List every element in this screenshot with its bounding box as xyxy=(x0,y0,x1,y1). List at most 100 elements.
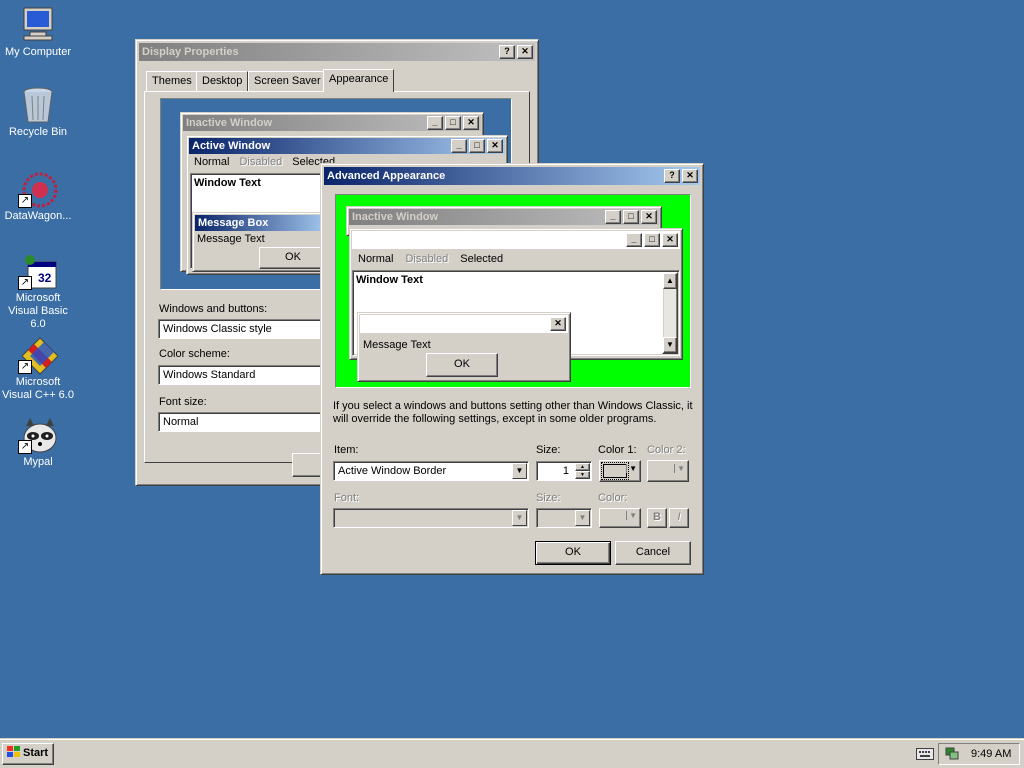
system-tray: 9:49 AM xyxy=(938,743,1020,765)
italic-button[interactable]: I xyxy=(669,508,689,528)
adv-preview-menu-selected: Selected xyxy=(460,253,504,265)
windows-buttons-select[interactable]: Windows Classic style xyxy=(158,319,328,339)
maximize-icon: □ xyxy=(623,210,639,224)
adv-preview-ok-button: OK xyxy=(426,353,498,377)
preview-message-box: Message Box Message Text OK xyxy=(192,212,332,272)
close-button[interactable]: ✕ xyxy=(517,45,533,59)
bold-button[interactable]: B xyxy=(647,508,667,528)
minimize-icon: _ xyxy=(626,233,642,247)
display-properties-titlebar[interactable]: Display Properties ? ✕ xyxy=(139,43,535,61)
preview-msgbox-title: Message Box xyxy=(198,217,269,229)
window-title: Advanced Appearance xyxy=(327,170,446,182)
preview-menu-disabled: Disabled xyxy=(239,156,283,168)
chevron-down-icon: ▼ xyxy=(674,464,685,473)
cancel-button[interactable]: Cancel xyxy=(615,541,691,565)
desktop-icon-label: Recycle Bin xyxy=(8,126,68,138)
desktop-icon-mypal[interactable]: ↗ Mypal xyxy=(0,416,76,469)
color1-label: Color 1: xyxy=(598,444,637,456)
shortcut-arrow-icon: ↗ xyxy=(18,440,32,454)
maximize-icon: □ xyxy=(644,233,660,247)
svg-text:32: 32 xyxy=(38,271,52,285)
my-computer-icon xyxy=(20,6,56,42)
mypal-icon: ↗ xyxy=(18,416,57,454)
windows-logo-icon xyxy=(7,746,21,758)
tab-screen-saver[interactable]: Screen Saver xyxy=(248,71,327,91)
ok-button[interactable]: OK xyxy=(535,541,611,565)
tab-appearance[interactable]: Appearance xyxy=(323,69,395,92)
clock[interactable]: 9:49 AM xyxy=(971,748,1011,760)
recycle-bin-icon xyxy=(20,86,56,123)
font-size-label: Font size: xyxy=(159,396,207,408)
shortcut-arrow-icon: ↗ xyxy=(18,360,32,374)
keyboard-icon[interactable] xyxy=(916,748,934,760)
start-button[interactable]: Start xyxy=(2,743,54,765)
shortcut-arrow-icon: ↗ xyxy=(18,194,32,208)
preview-active-title: Active Window xyxy=(192,140,271,152)
color-scheme-label: Color scheme: xyxy=(159,348,230,360)
scrollbar[interactable]: ▲ ▼ xyxy=(662,272,678,354)
maximize-icon: □ xyxy=(445,116,461,130)
chevron-down-icon[interactable]: ▼ xyxy=(512,510,527,526)
preview-menu-normal: Normal xyxy=(194,156,230,168)
item-select-value: Active Window Border xyxy=(338,465,447,477)
font-size-select[interactable]: ▼ xyxy=(536,508,592,528)
chevron-down-icon[interactable]: ▼ xyxy=(575,510,590,526)
close-icon: ✕ xyxy=(550,317,566,331)
font-label: Font: xyxy=(334,492,360,504)
adv-preview-inactive-title: Inactive Window xyxy=(352,211,439,223)
color1-swatch xyxy=(601,462,629,480)
adv-preview-message-box: ✕ Message Text OK xyxy=(357,312,571,382)
font-select[interactable]: ▼ xyxy=(333,508,529,528)
adv-preview-window-text: Window Text xyxy=(356,274,423,286)
visual-cpp-icon: ↗ xyxy=(18,336,59,375)
color1-picker[interactable]: ▼ xyxy=(599,460,641,482)
scroll-up-icon[interactable]: ▲ xyxy=(663,273,677,289)
color2-picker[interactable]: ▼ xyxy=(647,460,689,482)
chevron-down-icon[interactable]: ▼ xyxy=(512,463,527,479)
desktop-icon-label: Microsoft Visual Basic 6.0 xyxy=(8,292,68,330)
color-scheme-select[interactable]: Windows Standard xyxy=(158,365,328,385)
font-size-select[interactable]: Normal xyxy=(158,412,328,432)
help-button[interactable]: ? xyxy=(664,169,680,183)
close-icon: ✕ xyxy=(662,233,678,247)
override-note: If you select a windows and buttons sett… xyxy=(333,400,693,425)
close-button[interactable]: ✕ xyxy=(682,169,698,183)
windows-buttons-label: Windows and buttons: xyxy=(159,303,268,315)
size-label: Size: xyxy=(536,444,561,456)
chevron-down-icon: ▼ xyxy=(626,464,637,473)
desktop-icon-visual-basic[interactable]: 32 ↗ Microsoft Visual Basic 6.0 xyxy=(0,252,76,331)
advanced-appearance-window: Advanced Appearance ? ✕ Inactive Window … xyxy=(320,163,704,575)
desktop-icon-datawagon[interactable]: ↗ DataWagon... xyxy=(0,170,76,223)
font-size-label: Size: xyxy=(536,492,561,504)
desktop-icon-my-computer[interactable]: My Computer xyxy=(0,6,76,59)
minimize-icon: _ xyxy=(427,116,443,130)
font-color-picker[interactable]: ▼ xyxy=(599,508,641,528)
tab-themes[interactable]: Themes xyxy=(146,71,198,91)
preview-inactive-title: Inactive Window xyxy=(186,117,273,129)
preview-ok-button: OK xyxy=(259,247,327,269)
visual-basic-icon: 32 ↗ xyxy=(18,252,57,290)
network-icon[interactable] xyxy=(945,747,959,761)
color2-label: Color 2: xyxy=(647,444,686,456)
adv-preview-menu-normal: Normal xyxy=(358,253,394,265)
desktop-icon-label: Mypal xyxy=(23,456,53,468)
stepper-down-icon[interactable]: ▼ xyxy=(575,471,590,479)
maximize-icon: □ xyxy=(469,139,485,153)
item-select[interactable]: Active Window Border ▼ xyxy=(333,461,529,481)
minimize-icon: _ xyxy=(605,210,621,224)
desktop-icon-recycle-bin[interactable]: Recycle Bin xyxy=(0,86,76,139)
adv-preview-msgbox-text: Message Text xyxy=(363,339,431,351)
close-icon: ✕ xyxy=(463,116,479,130)
size-stepper[interactable]: 1 ▲ ▼ xyxy=(536,461,592,481)
scroll-down-icon[interactable]: ▼ xyxy=(663,337,677,353)
taskbar: Start 9:49 AM xyxy=(0,738,1024,768)
tab-desktop[interactable]: Desktop xyxy=(196,71,249,91)
close-icon: ✕ xyxy=(487,139,503,153)
advanced-appearance-titlebar[interactable]: Advanced Appearance ? ✕ xyxy=(324,167,700,185)
close-icon: ✕ xyxy=(641,210,657,224)
chevron-down-icon: ▼ xyxy=(626,511,637,520)
desktop-icon-visual-cpp[interactable]: ↗ Microsoft Visual C++ 6.0 xyxy=(0,336,76,402)
desktop-icon-label: My Computer xyxy=(4,46,72,58)
help-button[interactable]: ? xyxy=(499,45,515,59)
stepper-up-icon[interactable]: ▲ xyxy=(575,463,590,471)
